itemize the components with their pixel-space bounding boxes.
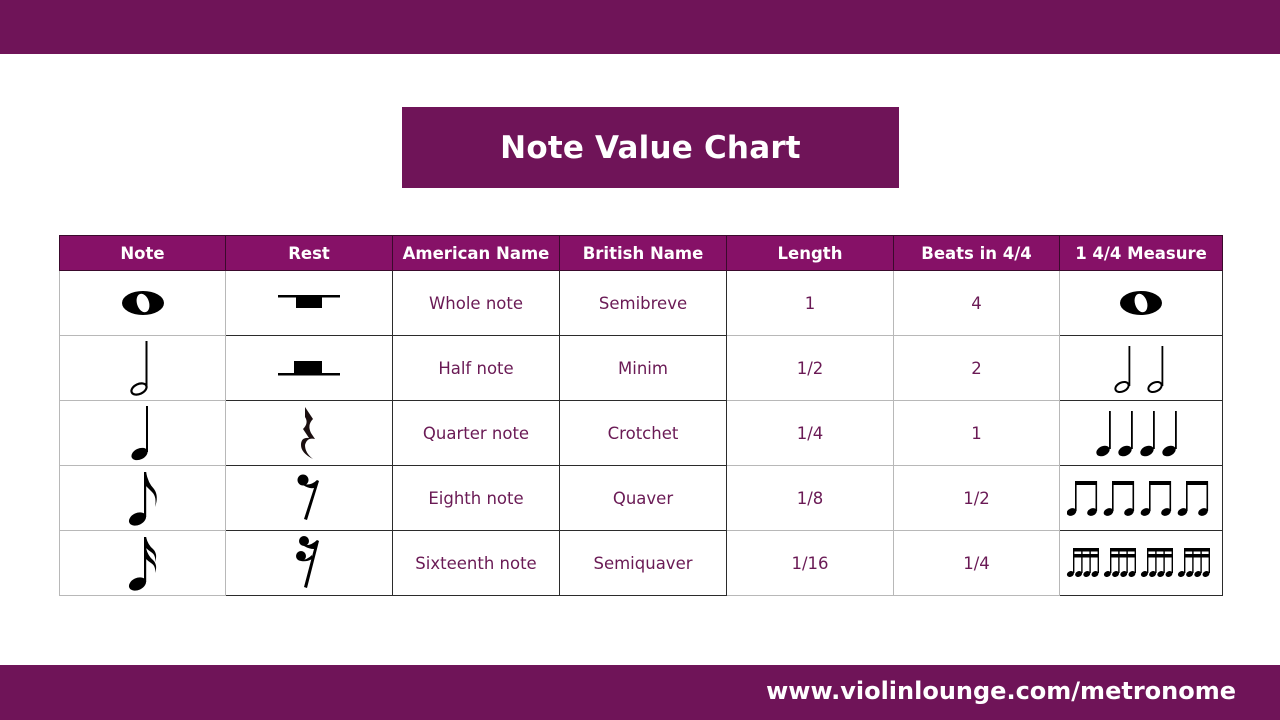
length-cell: 1/4 — [726, 400, 894, 466]
length-cell: 1/8 — [726, 465, 894, 531]
note-cell — [59, 335, 226, 401]
quarter-note-icon — [130, 406, 148, 461]
rest-cell — [225, 530, 393, 596]
whole-note-icon — [121, 291, 164, 315]
eighth-rest-icon — [297, 474, 319, 520]
rest-cell — [225, 270, 393, 336]
half-note-icon — [129, 341, 148, 396]
whole-rest-icon — [278, 295, 340, 309]
american-name-cell: Sixteenth note — [392, 530, 560, 596]
british-name-cell: Semibreve — [559, 270, 727, 336]
table-row: Eighth note Quaver 1/8 1/2 — [59, 465, 1223, 531]
table-row: Quarter note Crotchet 1/4 1 — [59, 400, 1223, 466]
british-name-cell: Semiquaver — [559, 530, 727, 596]
length-cell: 1/2 — [726, 335, 894, 401]
measure-cell — [1059, 400, 1223, 466]
american-name-cell: Whole note — [392, 270, 560, 336]
eight-eighth-notes-beamed-icon — [1067, 481, 1209, 516]
british-name-cell: Minim — [559, 335, 727, 401]
note-cell — [59, 400, 226, 466]
header-beats: Beats in 4/4 — [893, 235, 1060, 271]
sixteenth-note-icon — [128, 537, 156, 591]
header-note: Note — [59, 235, 226, 271]
note-cell — [59, 465, 226, 531]
two-half-notes-icon — [1114, 346, 1164, 394]
american-name-cell: Half note — [392, 335, 560, 401]
length-cell: 1/16 — [726, 530, 894, 596]
british-name-cell: Quaver — [559, 465, 727, 531]
measure-cell — [1059, 270, 1223, 336]
measure-cell — [1059, 465, 1223, 531]
table-row: Whole note Semibreve 1 4 — [59, 270, 1223, 336]
table-row: Sixteenth note Semiquaver 1/16 1/4 — [59, 530, 1223, 596]
beats-cell: 2 — [893, 335, 1060, 401]
table-row: Half note Minim 1/2 2 — [59, 335, 1223, 401]
note-value-table: Note Rest American Name British Name Len… — [59, 235, 1223, 596]
header-measure: 1 4/4 Measure — [1059, 235, 1223, 271]
bottom-banner: www.violinlounge.com/metronome — [0, 665, 1280, 720]
beats-cell: 1 — [893, 400, 1060, 466]
header-british-name: British Name — [559, 235, 727, 271]
sixteen-sixteenth-notes-beamed-icon — [1066, 548, 1210, 577]
table-header-row: Note Rest American Name British Name Len… — [59, 235, 1223, 271]
sixteenth-rest-icon — [296, 536, 319, 588]
american-name-cell: Eighth note — [392, 465, 560, 531]
american-name-cell: Quarter note — [392, 400, 560, 466]
header-length: Length — [726, 235, 894, 271]
measure-cell — [1059, 335, 1223, 401]
beats-cell: 4 — [893, 270, 1060, 336]
header-american-name: American Name — [392, 235, 560, 271]
half-rest-icon — [278, 361, 340, 376]
eighth-note-icon — [128, 472, 157, 526]
beats-cell: 1/2 — [893, 465, 1060, 531]
british-name-cell: Crotchet — [559, 400, 727, 466]
measure-cell — [1059, 530, 1223, 596]
length-cell: 1 — [726, 270, 894, 336]
quarter-rest-icon — [301, 407, 315, 459]
rest-cell — [225, 400, 393, 466]
beats-cell: 1/4 — [893, 530, 1060, 596]
title-box: Note Value Chart — [402, 107, 899, 188]
header-rest: Rest — [225, 235, 393, 271]
one-whole-note-icon — [1120, 291, 1162, 315]
top-banner — [0, 0, 1280, 54]
rest-cell — [225, 335, 393, 401]
footer-url-link[interactable]: www.violinlounge.com/metronome — [766, 677, 1236, 705]
rest-cell — [225, 465, 393, 531]
note-cell — [59, 270, 226, 336]
page-title: Note Value Chart — [500, 129, 801, 166]
four-quarter-notes-icon — [1096, 411, 1177, 457]
note-cell — [59, 530, 226, 596]
